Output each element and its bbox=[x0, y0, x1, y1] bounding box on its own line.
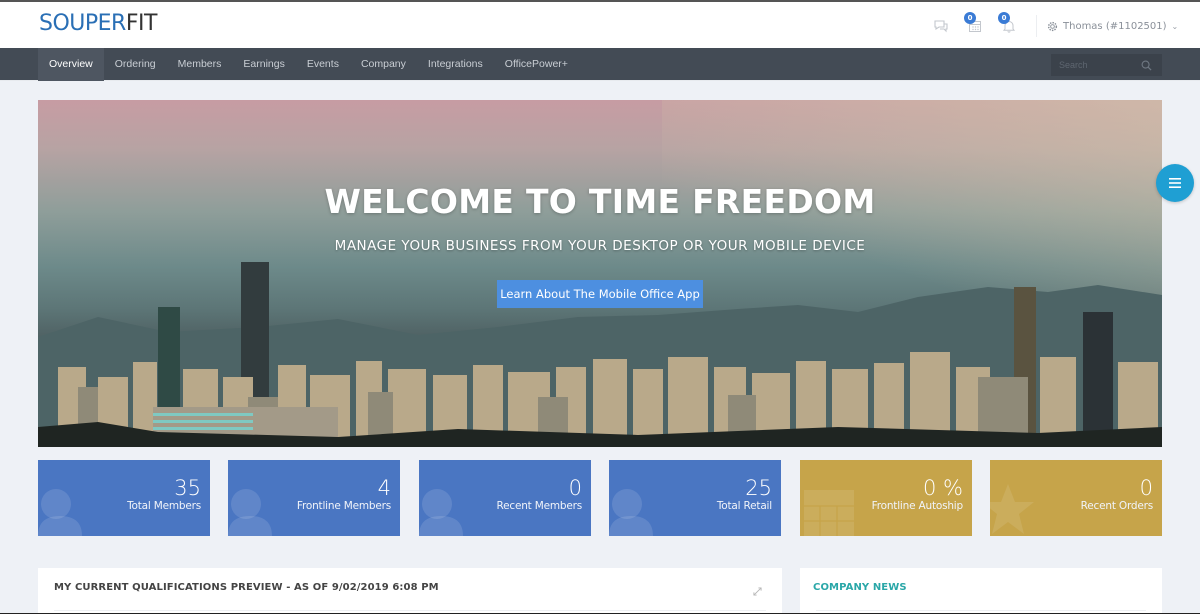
qualifications-title: MY CURRENT QUALIFICATIONS PREVIEW - AS O… bbox=[54, 582, 439, 593]
qualifications-panel: MY CURRENT QUALIFICATIONS PREVIEW - AS O… bbox=[38, 568, 782, 614]
expand-icon[interactable] bbox=[753, 581, 762, 600]
calendar-button[interactable]: 0 bbox=[964, 12, 986, 37]
chat-icon bbox=[934, 20, 948, 33]
brand-logo-part1: SOUPER bbox=[39, 11, 126, 36]
nav-item-integrations[interactable]: Integrations bbox=[417, 48, 494, 81]
search-icon[interactable] bbox=[1139, 58, 1153, 72]
calendar-icon bbox=[804, 490, 854, 536]
chevron-down-icon: ⌄ bbox=[1171, 21, 1179, 31]
main-nav: Overview Ordering Members Earnings Event… bbox=[0, 48, 1200, 81]
brand-logo-part2: FIT bbox=[125, 11, 158, 36]
user-icon bbox=[38, 489, 82, 536]
tile-total-members[interactable]: 35 Total Members bbox=[38, 460, 210, 536]
hero-subtitle: MANAGE YOUR BUSINESS FROM YOUR DESKTOP O… bbox=[334, 238, 866, 254]
tile-label: Frontline Members bbox=[296, 500, 391, 512]
tile-total-retail[interactable]: 25 Total Retail bbox=[609, 460, 781, 536]
nav-item-ordering[interactable]: Ordering bbox=[104, 48, 167, 81]
tile-label: Recent Members bbox=[496, 500, 583, 512]
panel-divider bbox=[54, 610, 766, 611]
top-header: SOUPERFIT 0 0 Thomas (#1102501) ⌄ bbox=[0, 2, 1200, 48]
star-icon bbox=[990, 484, 1034, 534]
nav-item-events[interactable]: Events bbox=[296, 48, 350, 81]
user-name: Thomas (#1102501) bbox=[1063, 20, 1167, 32]
search-input[interactable] bbox=[1051, 60, 1139, 70]
tile-frontline-members[interactable]: 4 Frontline Members bbox=[228, 460, 400, 536]
tile-label: Frontline Autoship bbox=[871, 500, 964, 512]
company-news-panel: COMPANY NEWS bbox=[800, 568, 1162, 614]
nav-item-officepower[interactable]: OfficePower+ bbox=[494, 48, 579, 81]
tile-value: 0 bbox=[568, 476, 582, 500]
user-icon bbox=[609, 489, 653, 536]
hero-title: WELCOME TO TIME FREEDOM bbox=[324, 182, 876, 221]
tile-frontline-autoship[interactable]: 0 % Frontline Autoship bbox=[800, 460, 972, 536]
notifications-badge: 0 bbox=[998, 12, 1010, 24]
learn-mobile-app-button[interactable]: Learn About The Mobile Office App bbox=[497, 280, 703, 308]
tile-label: Total Members bbox=[127, 500, 201, 512]
user-icon bbox=[228, 489, 272, 536]
messages-button[interactable] bbox=[930, 15, 952, 37]
tile-value: 0 % bbox=[923, 476, 963, 500]
hamburger-menu-icon bbox=[1169, 178, 1181, 188]
tile-recent-orders[interactable]: 0 Recent Orders bbox=[990, 460, 1162, 536]
tile-recent-members[interactable]: 0 Recent Members bbox=[419, 460, 591, 536]
user-icon bbox=[419, 489, 463, 536]
tile-value: 0 bbox=[1139, 476, 1153, 500]
floating-menu-button[interactable] bbox=[1156, 164, 1194, 202]
gear-icon bbox=[1047, 21, 1058, 31]
tile-label: Recent Orders bbox=[1080, 500, 1154, 512]
search-box bbox=[1051, 54, 1162, 76]
header-divider bbox=[1036, 15, 1037, 37]
user-menu[interactable]: Thomas (#1102501) ⌄ bbox=[1047, 21, 1178, 32]
nav-item-earnings[interactable]: Earnings bbox=[232, 48, 295, 81]
nav-item-members[interactable]: Members bbox=[167, 48, 233, 81]
brand-logo[interactable]: SOUPERFIT bbox=[39, 11, 157, 36]
hero-banner: WELCOME TO TIME FREEDOM MANAGE YOUR BUSI… bbox=[38, 100, 1162, 447]
panel-divider bbox=[816, 610, 1146, 611]
header-actions: 0 0 Thomas (#1102501) ⌄ bbox=[930, 12, 1178, 38]
tile-value: 4 bbox=[377, 476, 391, 500]
tile-value: 25 bbox=[745, 476, 772, 500]
tile-label: Total Retail bbox=[716, 500, 772, 512]
company-news-title: COMPANY NEWS bbox=[813, 582, 907, 593]
notifications-button[interactable]: 0 bbox=[998, 12, 1020, 37]
stat-tiles: 35 Total Members 4 Frontline Members 0 R… bbox=[38, 460, 1162, 536]
calendar-badge: 0 bbox=[964, 12, 976, 24]
tile-value: 35 bbox=[174, 476, 201, 500]
nav-item-company[interactable]: Company bbox=[350, 48, 417, 81]
nav-items: Overview Ordering Members Earnings Event… bbox=[38, 48, 579, 81]
nav-item-overview[interactable]: Overview bbox=[38, 48, 104, 81]
